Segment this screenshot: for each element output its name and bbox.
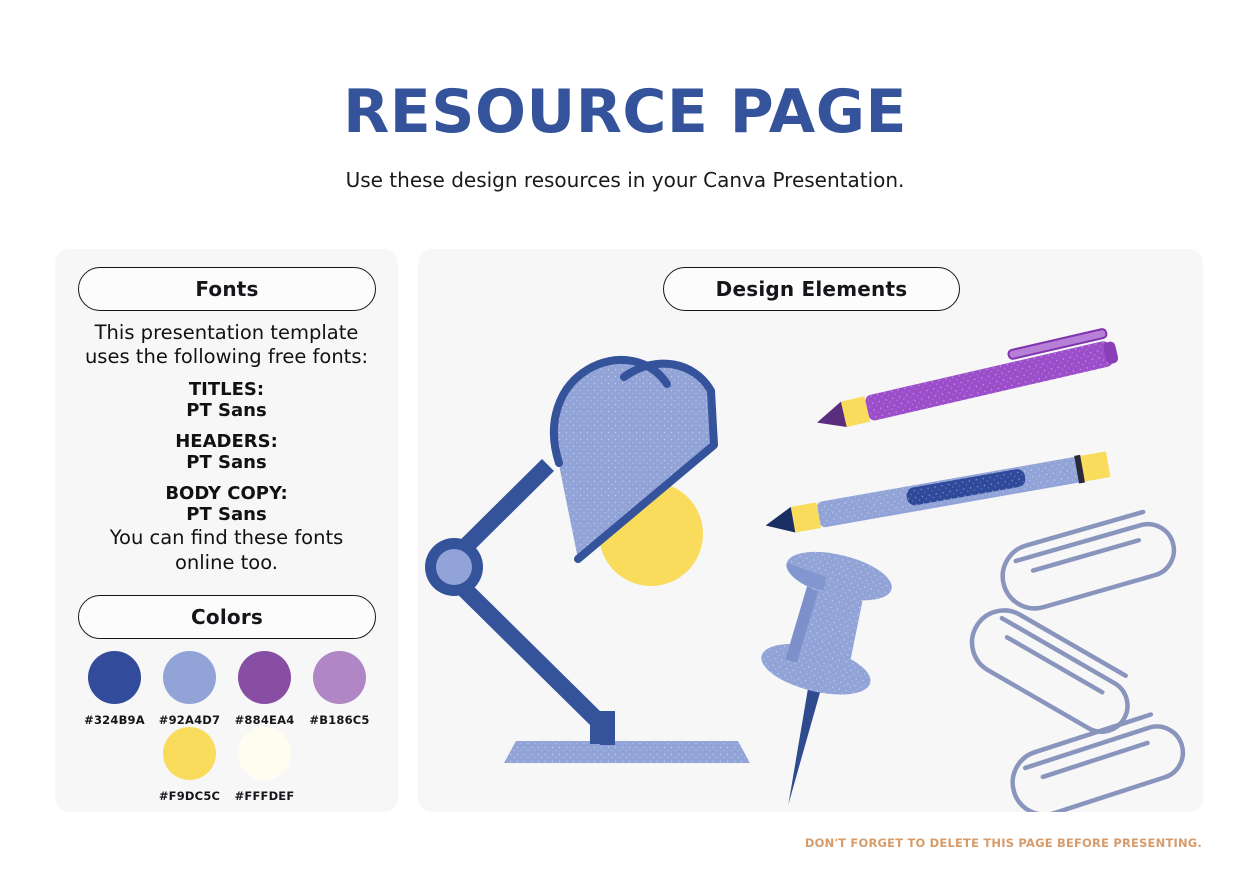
design-elements-section-header[interactable]: Design Elements [663, 267, 960, 311]
color-swatch-dot [313, 651, 366, 704]
page-title: RESOURCE PAGE [0, 76, 1250, 148]
fonts-section-label: Fonts [195, 277, 258, 301]
fonts-section-header[interactable]: Fonts [78, 267, 376, 311]
color-swatch-label: #F9DC5C [159, 789, 220, 803]
color-swatch-dot [163, 651, 216, 704]
fonts-outro-line-2: online too. [65, 551, 388, 575]
font-group-headers: HEADERS: PT Sans [65, 431, 388, 473]
color-swatch[interactable]: #884EA4 [238, 651, 291, 727]
design-elements-panel: Design Elements [418, 249, 1203, 812]
color-swatch[interactable]: #B186C5 [313, 651, 366, 727]
color-swatch-label: #B186C5 [309, 713, 369, 727]
color-swatch-label: #FFFDEF [235, 789, 295, 803]
color-swatch[interactable]: #FFFDEF [238, 727, 291, 803]
font-name-titles: PT Sans [65, 400, 388, 421]
color-swatch[interactable]: #92A4D7 [163, 651, 216, 727]
fonts-intro-line-2: uses the following free fonts: [65, 345, 388, 369]
fonts-description: This presentation template uses the foll… [65, 321, 388, 575]
delete-page-warning: DON'T FORGET TO DELETE THIS PAGE BEFORE … [805, 836, 1202, 850]
color-swatch[interactable]: #324B9A [88, 651, 141, 727]
font-role-body-copy: BODY COPY: [65, 483, 388, 504]
colors-section-header[interactable]: Colors [78, 595, 376, 639]
colors-section-label: Colors [191, 605, 263, 629]
fonts-panel: Fonts This presentation template uses th… [55, 249, 398, 812]
font-name-body-copy: PT Sans [65, 504, 388, 525]
fonts-intro-line-1: This presentation template [65, 321, 388, 345]
design-elements-section-label: Design Elements [716, 277, 908, 301]
font-role-titles: TITLES: [65, 379, 388, 400]
color-swatch-label: #324B9A [84, 713, 145, 727]
color-swatch-row-2: #F9DC5C #FFFDEF [67, 727, 387, 803]
color-swatch-dot [238, 727, 291, 780]
color-swatch-row-1: #324B9A #92A4D7 #884EA4 #B186C5 [67, 651, 387, 727]
font-group-body-copy: BODY COPY: PT Sans [65, 483, 388, 525]
page-subtitle: Use these design resources in your Canva… [0, 166, 1250, 194]
color-swatch-dot [163, 727, 216, 780]
fonts-outro-line-1: You can find these fonts [65, 526, 388, 550]
color-swatch-label: #884EA4 [235, 713, 295, 727]
color-swatch-label: #92A4D7 [159, 713, 221, 727]
color-swatch-dot [238, 651, 291, 704]
font-group-titles: TITLES: PT Sans [65, 379, 388, 421]
font-role-headers: HEADERS: [65, 431, 388, 452]
color-swatch[interactable]: #F9DC5C [163, 727, 216, 803]
font-name-headers: PT Sans [65, 452, 388, 473]
color-swatch-dot [88, 651, 141, 704]
